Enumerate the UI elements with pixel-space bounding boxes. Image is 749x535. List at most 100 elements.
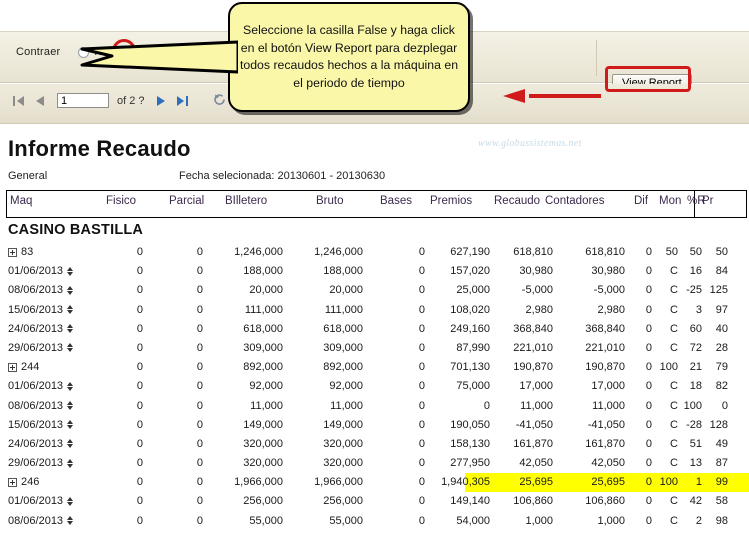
sort-arrows-icon[interactable] bbox=[67, 496, 75, 507]
cell-billetero: 188,000 bbox=[243, 265, 283, 278]
cell-maq[interactable]: 246 bbox=[8, 476, 39, 488]
table-row[interactable]: 246 0 0 1,966,000 1,966,000 0 1,940,305 25,695 2… bbox=[0, 473, 749, 493]
cell-bruto: 1,966,000 bbox=[314, 476, 363, 489]
table-row[interactable]: 15/06/201300406,000406,0000411,090-5,090… bbox=[0, 531, 749, 535]
previous-page-icon[interactable] bbox=[31, 92, 48, 109]
cell-dif: 0 bbox=[645, 361, 652, 374]
table-row[interactable]: 15/06/2013 0 0 149,000 149,000 0 190,050 -41,05… bbox=[0, 416, 749, 435]
table-row[interactable]: 244 0 0 892,000 892,000 0 701,130 190,870 190,87… bbox=[0, 358, 749, 377]
column-header-fisico: Fisico bbox=[106, 195, 137, 207]
sort-arrows-icon[interactable] bbox=[67, 419, 75, 430]
cell-maq[interactable]: 24/06/2013 bbox=[8, 438, 75, 450]
cell-dif: 0 bbox=[645, 418, 652, 431]
cell-fisico: 0 bbox=[136, 514, 143, 527]
expand-plus-icon[interactable] bbox=[8, 247, 17, 257]
watermark-text: www.globussistemas.net bbox=[478, 138, 582, 149]
cell-bases: 0 bbox=[418, 361, 425, 374]
expand-plus-icon[interactable] bbox=[8, 362, 17, 372]
table-row[interactable]: 83 0 0 1,246,000 1,246,000 0 627,190 618,810 618… bbox=[0, 243, 749, 262]
sort-arrows-icon[interactable] bbox=[67, 304, 75, 315]
column-header-recaudo: Recaudo bbox=[494, 195, 541, 207]
table-row[interactable]: 29/06/2013 0 0 309,000 309,000 0 87,990 221,010… bbox=[0, 339, 749, 358]
cell-premios: 701,130 bbox=[450, 361, 490, 374]
cell-pctr: 16 bbox=[689, 265, 702, 278]
sort-arrows-icon[interactable] bbox=[67, 381, 75, 392]
table-row[interactable]: 15/06/2013 0 0 111,000 111,000 0 108,020 2,980 2… bbox=[0, 301, 749, 320]
expand-plus-icon[interactable] bbox=[8, 477, 17, 487]
sort-arrows-icon[interactable] bbox=[67, 400, 75, 411]
cell-maq-text: 83 bbox=[21, 246, 34, 258]
cell-bases: 0 bbox=[418, 341, 425, 354]
cell-maq-text: 244 bbox=[21, 361, 40, 374]
first-page-icon[interactable] bbox=[10, 92, 27, 109]
cell-maq[interactable]: 15/06/2013 bbox=[8, 304, 75, 316]
cell-bruto: 188,000 bbox=[323, 265, 363, 278]
table-row[interactable]: 08/06/2013 0 0 11,000 11,000 0 0 11,000 11,000 0 C… bbox=[0, 397, 749, 416]
cell-maq[interactable]: 08/06/2013 bbox=[8, 284, 75, 296]
sort-arrows-icon[interactable] bbox=[67, 458, 75, 469]
table-row[interactable]: 08/06/2013 0 0 55,000 55,000 0 54,000 1,000 1,00… bbox=[0, 512, 749, 531]
page-number-input[interactable] bbox=[57, 93, 109, 108]
cell-maq[interactable]: 15/06/2013 bbox=[8, 419, 75, 431]
sort-arrows-icon[interactable] bbox=[67, 285, 75, 296]
sort-arrows-icon[interactable] bbox=[67, 438, 75, 449]
cell-parcial: 0 bbox=[196, 303, 203, 316]
column-header-premios: Premios bbox=[430, 195, 473, 207]
cell-contadores: 368,840 bbox=[585, 322, 625, 335]
table-row[interactable]: 29/06/2013 0 0 320,000 320,000 0 277,950 42,050… bbox=[0, 454, 749, 473]
cell-bruto: 309,000 bbox=[323, 341, 363, 354]
selected-date-range-label: Fecha selecionada: 20130601 - 20130630 bbox=[179, 170, 386, 182]
cell-premios: 1,940,305 bbox=[441, 476, 490, 489]
cell-premios: 249,160 bbox=[450, 322, 490, 335]
report-subheader: General Fecha selecionada: 20130601 - 20… bbox=[0, 170, 749, 187]
cell-fisico: 0 bbox=[136, 303, 143, 316]
cell-maq[interactable]: 01/06/2013 bbox=[8, 495, 75, 507]
table-row[interactable]: 01/06/2013 0 0 92,000 92,000 0 75,000 17,000 17,… bbox=[0, 377, 749, 396]
cell-contadores: -41,050 bbox=[587, 418, 625, 431]
cell-maq[interactable]: 01/06/2013 bbox=[8, 380, 75, 392]
column-header-maq: Maq bbox=[10, 195, 33, 207]
next-page-icon[interactable] bbox=[153, 92, 170, 109]
cell-dif: 0 bbox=[645, 303, 652, 316]
cell-billetero: 11,000 bbox=[250, 399, 283, 412]
cell-bruto: 1,246,000 bbox=[314, 246, 363, 258]
callout-tail bbox=[80, 40, 238, 74]
cell-maq-text: 29/06/2013 bbox=[8, 457, 64, 470]
table-row[interactable]: 01/06/2013 0 0 256,000 256,000 0 149,140 106,86… bbox=[0, 492, 749, 511]
sort-arrows-icon[interactable] bbox=[67, 342, 75, 353]
cell-maq[interactable]: 29/06/2013 bbox=[8, 342, 75, 354]
cell-bruto: 320,000 bbox=[323, 437, 363, 450]
cell-maq[interactable]: 244 bbox=[8, 361, 39, 373]
cell-bases: 0 bbox=[418, 246, 425, 258]
cell-recaudo: 1,000 bbox=[525, 514, 553, 527]
sort-arrows-icon[interactable] bbox=[67, 515, 75, 526]
cell-maq[interactable]: 83 bbox=[8, 246, 33, 258]
sort-arrows-icon[interactable] bbox=[67, 323, 75, 334]
cell-maq[interactable]: 29/06/2013 bbox=[8, 457, 75, 469]
last-page-icon[interactable] bbox=[174, 92, 191, 109]
cell-premios: 75,000 bbox=[456, 380, 490, 393]
cell-dif: 0 bbox=[645, 457, 652, 470]
cell-recaudo: -41,050 bbox=[515, 418, 553, 431]
cell-pr: 0 bbox=[721, 399, 728, 412]
cell-mon: C bbox=[670, 399, 678, 412]
column-header-parcial: Parcial bbox=[169, 195, 205, 207]
cell-dif: 0 bbox=[645, 246, 652, 258]
cell-contadores: 106,860 bbox=[585, 495, 625, 508]
callout-text: Seleccione la casilla False y haga click… bbox=[239, 23, 459, 90]
cell-pctr: 21 bbox=[689, 361, 702, 374]
cell-maq[interactable]: 08/06/2013 bbox=[8, 515, 75, 527]
cell-maq[interactable]: 01/06/2013 bbox=[8, 265, 75, 277]
cell-maq[interactable]: 08/06/2013 bbox=[8, 400, 75, 412]
cell-dif: 0 bbox=[645, 322, 652, 335]
toolbar-divider bbox=[596, 40, 597, 76]
table-row[interactable]: 08/06/2013 0 0 20,000 20,000 0 25,000 -5,000 -5,… bbox=[0, 281, 749, 300]
cell-billetero: 1,966,000 bbox=[234, 476, 283, 489]
cell-maq[interactable]: 24/06/2013 bbox=[8, 323, 75, 335]
table-row[interactable]: 24/06/2013 0 0 618,000 618,000 0 249,160 368,84… bbox=[0, 320, 749, 339]
cell-bruto: 618,000 bbox=[323, 322, 363, 335]
table-row[interactable]: 01/06/2013 0 0 188,000 188,000 0 157,020 30,980… bbox=[0, 262, 749, 281]
cell-bases: 0 bbox=[418, 380, 425, 393]
sort-arrows-icon[interactable] bbox=[67, 266, 75, 277]
table-row[interactable]: 24/06/2013 0 0 320,000 320,000 0 158,130 161,87… bbox=[0, 435, 749, 454]
